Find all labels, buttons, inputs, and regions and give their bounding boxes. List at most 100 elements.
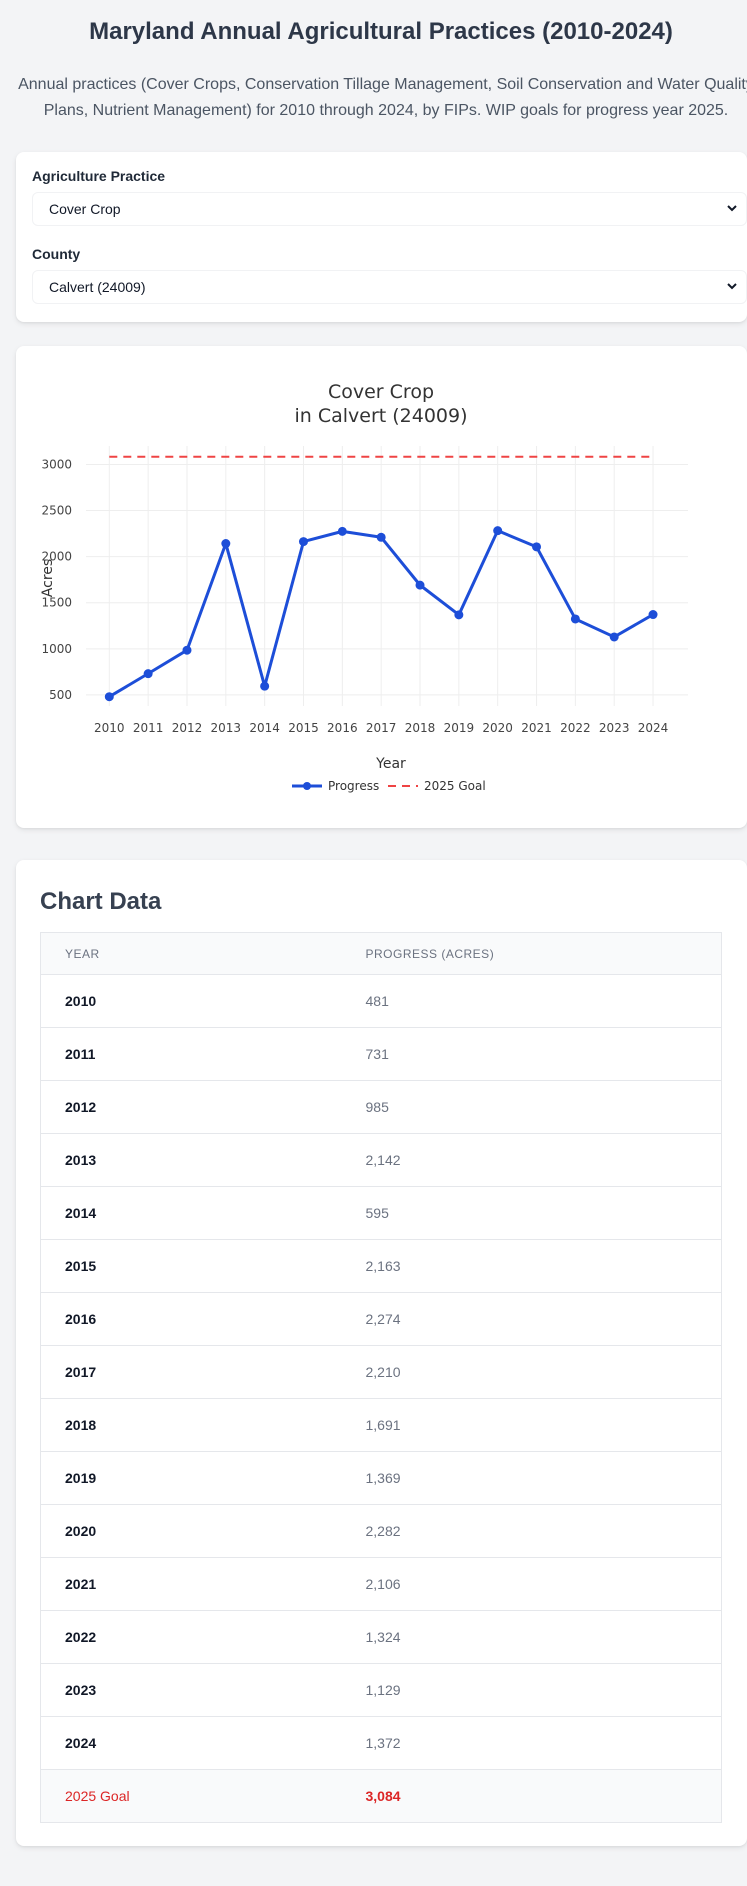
table-row: 2017 2,210 (40, 1346, 722, 1399)
table-row: 2016 2,274 (40, 1293, 722, 1346)
chevron-down-icon (726, 193, 738, 237)
header-year: Year (40, 932, 342, 975)
x-tick-label: 2018 (405, 721, 436, 735)
row-year: 2012 (65, 1099, 97, 1115)
progress-point (609, 632, 619, 642)
goal-row: 2025 Goal 3,084 (40, 1769, 722, 1823)
progress-point (570, 614, 580, 624)
table-row: 2019 1,369 (40, 1452, 722, 1505)
chart-subtitle: in Calvert (24009) (294, 405, 467, 427)
row-value: 1,369 (365, 1470, 401, 1486)
row-value: 2,106 (365, 1576, 401, 1592)
chart-legend: Progress 2025 Goal (292, 779, 486, 793)
progress-point (260, 681, 270, 691)
controls-card: Agriculture Practice Cover Crop County C… (16, 152, 747, 322)
x-tick-label: 2021 (521, 721, 552, 735)
row-value: 985 (365, 1099, 389, 1115)
chart-title: Cover Crop (328, 381, 434, 403)
progress-point (143, 669, 153, 679)
table-row: 2018 1,691 (40, 1399, 722, 1452)
table-row: 2014 595 (40, 1187, 722, 1240)
table-row: 2015 2,163 (40, 1240, 722, 1293)
table-row: 2024 1,372 (40, 1717, 722, 1770)
row-value: 481 (365, 993, 389, 1009)
row-value: 2,163 (365, 1258, 401, 1274)
table-card: Chart Data Year Progress (Acres) 2010 481… (16, 860, 747, 1846)
county-label: County (32, 246, 81, 262)
progress-point (493, 526, 503, 536)
row-year: 2011 (65, 1046, 96, 1062)
row-value: 1,324 (365, 1629, 401, 1645)
practice-select-value: Cover Crop (49, 201, 121, 217)
x-tick-label: 2014 (249, 721, 280, 735)
page-title: Maryland Annual Agricultural Practices (… (89, 18, 673, 45)
row-year: 2015 (65, 1258, 97, 1274)
progress-point (648, 610, 658, 620)
x-tick-label: 2015 (288, 721, 319, 735)
x-tick-label: 2020 (482, 721, 513, 735)
row-value: 2,142 (365, 1152, 401, 1168)
x-tick-label: 2019 (444, 721, 475, 735)
table-row: 2010 481 (40, 975, 722, 1028)
line-chart[interactable]: 500100015002000250030002010 2011 2012 2013 2… (16, 346, 747, 828)
legend-goal-label: 2025 Goal (424, 779, 486, 793)
county-select-value: Calvert (24009) (49, 279, 146, 295)
legend-progress-marker (303, 782, 311, 790)
row-year: 2013 (65, 1152, 97, 1168)
progress-point (337, 526, 347, 536)
table-row: 2011 731 (40, 1028, 722, 1081)
goal-value: 3,084 (365, 1788, 401, 1804)
row-value: 1,691 (365, 1417, 401, 1433)
x-tick-label: 2022 (560, 721, 591, 735)
table-header-row: Year Progress (Acres) (40, 932, 722, 975)
x-axis-label: Year (375, 756, 406, 772)
y-tick-label: 3000 (41, 457, 72, 471)
row-value: 1,129 (365, 1682, 401, 1698)
row-year: 2024 (65, 1735, 97, 1751)
county-select[interactable]: Calvert (24009) (32, 270, 747, 304)
progress-point (104, 692, 114, 702)
row-year: 2014 (65, 1205, 97, 1221)
x-tick-label: 2016 (327, 721, 358, 735)
progress-point (221, 539, 231, 549)
table-row: 2020 2,282 (40, 1505, 722, 1558)
row-value: 731 (365, 1046, 389, 1062)
row-year: 2019 (65, 1470, 97, 1486)
progress-point (415, 580, 425, 590)
practice-label: Agriculture Practice (32, 168, 166, 184)
page: Maryland Annual Agricultural Practices (… (0, 0, 747, 1886)
page-description: Annual practices (Cover Crops, Conservat… (18, 76, 747, 119)
progress-point (532, 542, 542, 552)
x-tick-label: 2012 (172, 721, 203, 735)
table-row: 2023 1,129 (40, 1664, 722, 1717)
chart-card: 500 1000 1500 2000 2500 3000 2010 2011 2012 2013 2… (16, 346, 747, 828)
progress-point (376, 532, 386, 542)
x-tick-label: 2013 (211, 721, 242, 735)
chevron-down-icon (726, 271, 738, 315)
goal-year: 2025 Goal (65, 1788, 130, 1804)
row-value: 2,210 (365, 1364, 401, 1380)
row-year: 2020 (65, 1523, 97, 1539)
legend-progress-label: Progress (328, 779, 379, 793)
progress-point (182, 645, 192, 655)
row-year: 2022 (65, 1629, 97, 1645)
table-title: Chart Data (40, 888, 162, 915)
x-tick-label: 2010 (94, 721, 125, 735)
row-year: 2010 (65, 993, 97, 1009)
row-year: 2017 (65, 1364, 97, 1380)
practice-select[interactable]: Cover Crop (32, 192, 747, 226)
header-progress: Progress (Acres) (341, 932, 722, 975)
row-year: 2023 (65, 1682, 97, 1698)
row-year: 2016 (65, 1311, 97, 1327)
data-table: Year Progress (Acres) 2010 481 2011 731 20… (40, 932, 722, 1823)
table-row: 2021 2,106 (40, 1558, 722, 1611)
row-year: 2021 (65, 1576, 97, 1592)
table-row: 2012 985 (40, 1081, 722, 1134)
table-row: 2022 1,324 (40, 1611, 722, 1664)
row-value: 2,282 (365, 1523, 401, 1539)
x-tick-label: 2023 (599, 721, 630, 735)
x-tick-label: 2017 (366, 721, 397, 735)
y-tick-label: 1000 (41, 642, 72, 656)
progress-point (454, 610, 464, 620)
progress-point (298, 537, 308, 547)
